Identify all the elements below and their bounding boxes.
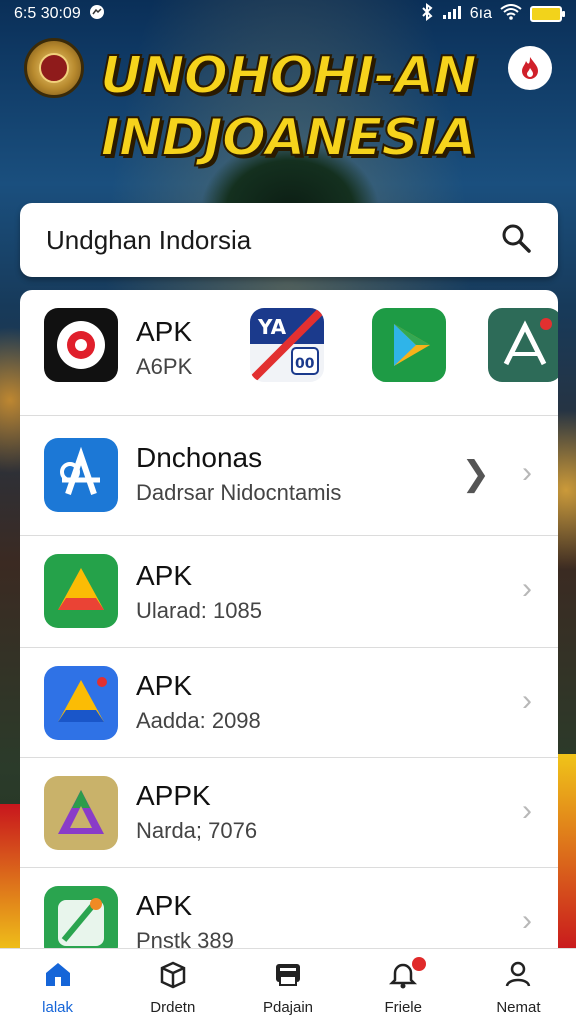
list-item[interactable]: APPK Narda; 7076 › (20, 758, 558, 868)
nav-item-printer[interactable]: Pdajain (230, 949, 345, 1024)
list-item-title: Dnchonas (136, 442, 263, 473)
signal-icon (442, 4, 462, 25)
nav-item-home[interactable]: lalak (0, 949, 115, 1024)
list-item-subtitle: Pnstk 389 (136, 928, 234, 950)
featured-subtitle: A6PK (136, 354, 193, 379)
status-time: 6:5 30:09 (14, 5, 81, 22)
notification-badge (411, 957, 426, 971)
nav-item-bell[interactable]: Friele (346, 949, 461, 1024)
search-icon[interactable] (500, 222, 532, 259)
pen-icon[interactable] (44, 886, 118, 950)
list-item[interactable]: Dnchonas Dadrsar Nidocntamis ❯ › (20, 416, 558, 536)
list-item-title: APK (136, 890, 193, 921)
nav-label: lalak (42, 998, 74, 1016)
app-list-card: APK A6PK YA 00 Dnchonas Dadrsar Nidocnta… (20, 290, 558, 950)
list-item-subtitle: Narda; 7076 (136, 818, 258, 843)
app-store-icon[interactable] (44, 438, 118, 512)
nav-label: Drdetn (150, 998, 196, 1016)
chevron-right-icon[interactable]: ❯ (462, 454, 491, 494)
featured-title: APK (136, 316, 193, 347)
drive-icon[interactable] (44, 554, 118, 628)
chevron-right-icon[interactable]: › (522, 456, 532, 490)
list-item[interactable]: APK Ularad: 1085 › (20, 536, 558, 648)
triangle-icon[interactable] (44, 776, 118, 850)
list-item-subtitle: Ularad: 1085 (136, 598, 262, 623)
play-store-icon[interactable] (372, 308, 446, 382)
search-bar[interactable]: Undghan Indorsia (20, 203, 558, 277)
nav-label: Friele (384, 998, 422, 1016)
messenger-icon (89, 4, 105, 25)
featured-text: APK A6PK (136, 316, 192, 380)
chevron-right-icon[interactable]: › (522, 684, 532, 718)
flag-strip-left (0, 804, 22, 954)
drive-icon[interactable] (44, 666, 118, 740)
list-item-subtitle: Aadda: 2098 (136, 708, 261, 733)
list-item-title: APK (136, 670, 193, 701)
target-app-icon[interactable] (44, 308, 118, 382)
battery-icon (530, 6, 565, 22)
badge-text: YA (257, 315, 287, 339)
signal-text: 6ıa (469, 5, 492, 22)
wifi-icon (500, 3, 522, 25)
page-title-line2: INDJOANESIA (100, 107, 478, 169)
list-item-text: APK Aadda: 2098 (136, 670, 261, 734)
nav-item-profile[interactable]: Nemat (461, 949, 576, 1024)
box-icon[interactable] (157, 958, 189, 995)
chevron-right-icon[interactable]: › (522, 904, 532, 938)
list-item-text: APPK Narda; 7076 (136, 780, 257, 844)
list-item-title: APPK (136, 780, 211, 811)
compass-tool-icon[interactable] (488, 308, 558, 382)
nav-item-box[interactable]: Drdetn (115, 949, 230, 1024)
list-item[interactable]: APK Pnstk 389 › (20, 868, 558, 950)
profile-icon[interactable] (502, 958, 534, 995)
list-item-title: APK (136, 560, 193, 591)
page-title-line1: UNOHOHI-AN (99, 45, 478, 107)
list-item-subtitle: Dadrsar Nidocntamis (136, 480, 342, 505)
list-item-text: APK Ularad: 1085 (136, 560, 262, 624)
flame-icon[interactable] (508, 46, 552, 90)
list-item-text: Dnchonas Dadrsar Nidocntamis (136, 442, 341, 506)
list-item-text: APK Pnstk 389 (136, 890, 234, 950)
nav-label: Nemat (496, 998, 541, 1016)
bluetooth-icon (420, 2, 434, 26)
list-item[interactable]: APK Aadda: 2098 › (20, 648, 558, 758)
chevron-right-icon[interactable]: › (522, 794, 532, 828)
featured-row[interactable]: APK A6PK YA 00 (20, 290, 558, 416)
chevron-right-icon[interactable]: › (522, 572, 532, 606)
nav-label: Pdajain (262, 998, 314, 1016)
home-icon[interactable] (42, 958, 74, 995)
bottom-nav: lalak Drdetn Pdajain Friele Nemat (0, 948, 576, 1024)
printer-icon[interactable] (272, 958, 304, 995)
badge-number: 00 (295, 356, 315, 372)
status-bar: 6:5 30:09 6ıa (0, 0, 576, 28)
document-app-icon[interactable]: YA 00 (250, 308, 324, 382)
search-input[interactable]: Undghan Indorsia (46, 225, 251, 256)
header-banner: UNOHOHI-AN INDJOANESIA (0, 28, 576, 198)
